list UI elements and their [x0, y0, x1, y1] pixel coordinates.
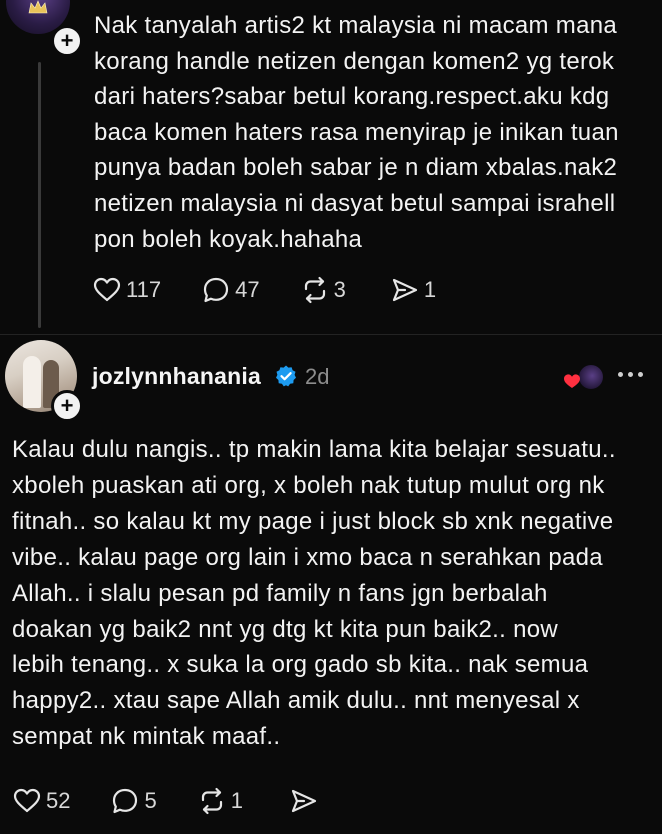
- reply-count: 5: [144, 788, 157, 813]
- post-text: Nak tanyalah artis2 kt malaysia ni macam…: [94, 12, 619, 253]
- crown-icon: [28, 0, 48, 14]
- action-bar: 117 47 3 1: [92, 275, 476, 305]
- like-button[interactable]: 117: [92, 275, 161, 305]
- heart-icon: [93, 277, 121, 302]
- verified-badge-icon: [276, 365, 296, 387]
- repost-button[interactable]: 1: [197, 786, 243, 816]
- reply-button[interactable]: 5: [110, 786, 157, 816]
- repost-count: 1: [230, 788, 243, 813]
- heart-icon: [564, 374, 580, 388]
- comment-icon: [113, 788, 138, 814]
- repost-button[interactable]: 3: [300, 275, 346, 305]
- comment-icon: [203, 277, 229, 303]
- reply-count: 47: [235, 277, 260, 302]
- heart-icon: [13, 788, 41, 813]
- repost-icon: [304, 276, 325, 304]
- thread-line: [38, 62, 41, 328]
- timestamp: 2d: [305, 364, 330, 389]
- username[interactable]: jozlynnhanania: [92, 363, 261, 390]
- share-count: 1: [423, 277, 437, 302]
- repost-icon: [201, 787, 222, 815]
- share-button[interactable]: 1: [390, 275, 436, 305]
- more-icon[interactable]: [618, 363, 650, 383]
- thread-post-2: + jozlynnhanania 2d Kalau dulu nangis.. …: [0, 335, 662, 834]
- like-count: 117: [126, 277, 162, 302]
- like-count: 52: [46, 788, 71, 813]
- send-icon: [392, 278, 417, 302]
- follow-button[interactable]: +: [51, 390, 83, 422]
- thread-post-1: + Nak tanyalah artis2 kt malaysia ni mac…: [0, 0, 662, 334]
- reply-button[interactable]: 47: [201, 275, 260, 305]
- post-text: Kalau dulu nangis.. tp makin lama kita b…: [12, 436, 616, 751]
- liked-by-author[interactable]: [563, 363, 605, 393]
- share-button[interactable]: [289, 786, 319, 816]
- follow-button[interactable]: +: [51, 25, 83, 57]
- send-icon: [291, 789, 317, 813]
- action-bar: 52 5 1: [12, 786, 359, 816]
- repost-count: 3: [333, 277, 346, 302]
- avatar: [577, 363, 605, 391]
- like-button[interactable]: 52: [12, 786, 70, 816]
